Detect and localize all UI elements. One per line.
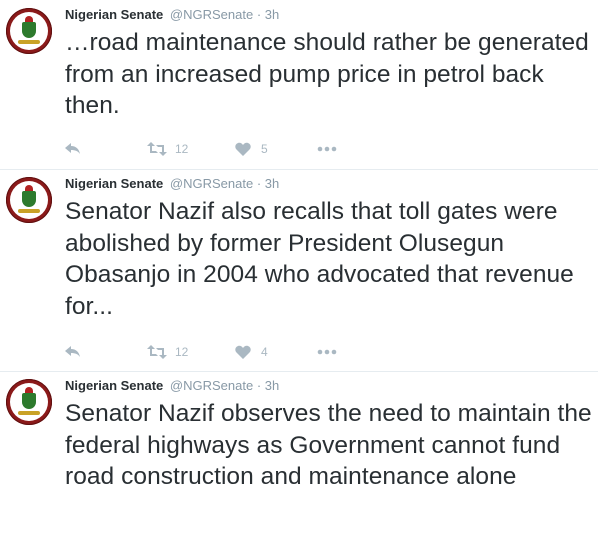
tweet-text: Senator Nazif also recalls that toll gat… — [65, 198, 574, 320]
tweet[interactable]: Nigerian Senate @NGRSenate · 3h …road ma… — [0, 0, 598, 169]
tweet-text: …road maintenance should rather be gener… — [65, 29, 589, 119]
retweet-button[interactable]: 12 — [147, 139, 188, 159]
like-button[interactable]: 4 — [235, 342, 268, 362]
senate-banner — [18, 209, 40, 213]
senate-banner — [18, 411, 40, 415]
more-icon — [317, 349, 337, 355]
tweet-feed: Nigerian Senate @NGRSenate · 3h …road ma… — [0, 0, 598, 534]
author-name[interactable]: Nigerian Senate — [65, 7, 163, 22]
timestamp[interactable]: 3h — [265, 176, 279, 191]
reply-icon — [65, 143, 80, 154]
more-button[interactable] — [317, 139, 337, 159]
heart-icon — [235, 345, 251, 359]
retweet-button[interactable]: 12 — [147, 342, 188, 362]
tweet-actions: 12 5 — [65, 139, 465, 159]
avatar[interactable] — [6, 379, 52, 425]
avatar[interactable] — [6, 177, 52, 223]
like-count: 4 — [261, 345, 268, 359]
author-name[interactable]: Nigerian Senate — [65, 176, 163, 191]
tweet-header: Nigerian Senate @NGRSenate · 3h — [65, 175, 279, 193]
shield-icon — [22, 191, 36, 207]
more-button[interactable] — [317, 342, 337, 362]
heart-icon — [235, 142, 251, 156]
tweet[interactable]: Nigerian Senate @NGRSenate · 3h Senator … — [0, 371, 598, 534]
retweet-count: 12 — [175, 345, 189, 359]
timestamp[interactable]: 3h — [265, 7, 279, 22]
shield-icon — [22, 393, 36, 409]
tweet[interactable]: Nigerian Senate @NGRSenate · 3h Senator … — [0, 169, 598, 371]
retweet-count: 12 — [175, 142, 189, 156]
tweet-actions: 12 4 — [65, 342, 465, 362]
like-button[interactable]: 5 — [235, 139, 268, 159]
retweet-icon — [147, 142, 167, 156]
timestamp[interactable]: 3h — [265, 378, 279, 393]
tweet-header: Nigerian Senate @NGRSenate · 3h — [65, 377, 279, 395]
avatar[interactable] — [6, 8, 52, 54]
author-name[interactable]: Nigerian Senate — [65, 378, 163, 393]
senate-banner — [18, 40, 40, 44]
reply-button[interactable] — [65, 139, 81, 159]
separator: · — [256, 176, 262, 191]
tweet-text: Senator Nazif observes the need to maint… — [65, 400, 592, 490]
separator: · — [256, 378, 262, 393]
author-handle[interactable]: @NGRSenate — [170, 7, 253, 22]
more-icon — [317, 146, 337, 152]
reply-icon — [65, 346, 80, 357]
reply-button[interactable] — [65, 342, 81, 362]
retweet-icon — [147, 345, 167, 359]
tweet-header: Nigerian Senate @NGRSenate · 3h — [65, 6, 279, 24]
author-handle[interactable]: @NGRSenate — [170, 176, 253, 191]
shield-icon — [22, 22, 36, 38]
separator: · — [256, 7, 262, 22]
author-handle[interactable]: @NGRSenate — [170, 378, 253, 393]
like-count: 5 — [261, 142, 268, 156]
